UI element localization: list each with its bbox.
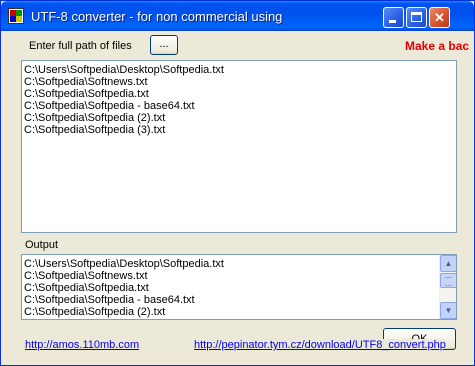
pepinator-download-link[interactable]: http://pepinator.tym.cz/download/UTF8_co… xyxy=(194,339,446,351)
minimize-icon xyxy=(389,20,396,23)
amos-link[interactable]: http://amos.110mb.com xyxy=(25,339,139,351)
list-item[interactable]: C:\Softpedia\Softpedia (2).txt xyxy=(22,306,438,318)
list-item[interactable]: C:\Softpedia\Softnews.txt xyxy=(22,270,438,282)
list-item[interactable]: C:\Softpedia\Softpedia.txt xyxy=(22,88,456,100)
window-title: UTF-8 converter - for non commercial usi… xyxy=(31,9,283,24)
maximize-button[interactable] xyxy=(406,7,427,28)
scroll-thumb[interactable] xyxy=(440,273,456,288)
list-item[interactable]: C:\Softpedia\Softpedia (2).txt xyxy=(22,112,456,124)
output-label: Output xyxy=(25,239,59,251)
close-button[interactable]: ✕ xyxy=(429,7,450,28)
scroll-down-arrow-icon[interactable]: ▼ xyxy=(440,302,456,319)
list-item[interactable]: C:\Users\Softpedia\Desktop\Softpedia.txt xyxy=(22,258,438,270)
app-window: UTF-8 converter - for non commercial usi… xyxy=(0,0,475,366)
list-item[interactable]: C:\Softpedia\Softnews.txt xyxy=(22,76,456,88)
browse-button[interactable]: ... xyxy=(150,35,178,55)
list-item[interactable]: C:\Softpedia\Softpedia (3).txt xyxy=(22,124,456,136)
path-label: Enter full path of files xyxy=(29,40,132,52)
list-item[interactable]: C:\Softpedia\Softpedia - base64.txt xyxy=(22,294,438,306)
backup-promo-text: Make a bac xyxy=(405,39,470,53)
list-item[interactable]: C:\Softpedia\Softpedia - base64.txt xyxy=(22,100,456,112)
list-item[interactable]: C:\Users\Softpedia\Desktop\Softpedia.txt xyxy=(22,64,456,76)
title-bar[interactable]: UTF-8 converter - for non commercial usi… xyxy=(1,1,474,31)
input-file-list[interactable]: C:\Users\Softpedia\Desktop\Softpedia.txt… xyxy=(21,60,457,233)
list-item[interactable]: C:\Softpedia\Softpedia.txt xyxy=(22,282,438,294)
scroll-up-arrow-icon[interactable]: ▲ xyxy=(440,255,456,272)
output-scrollbar[interactable]: ▲ ▼ xyxy=(439,255,456,319)
app-icon[interactable] xyxy=(8,8,24,24)
maximize-icon xyxy=(411,12,422,22)
output-list[interactable]: C:\Users\Softpedia\Desktop\Softpedia.txt… xyxy=(21,254,457,320)
close-icon: ✕ xyxy=(434,10,445,25)
minimize-button[interactable] xyxy=(383,7,404,28)
